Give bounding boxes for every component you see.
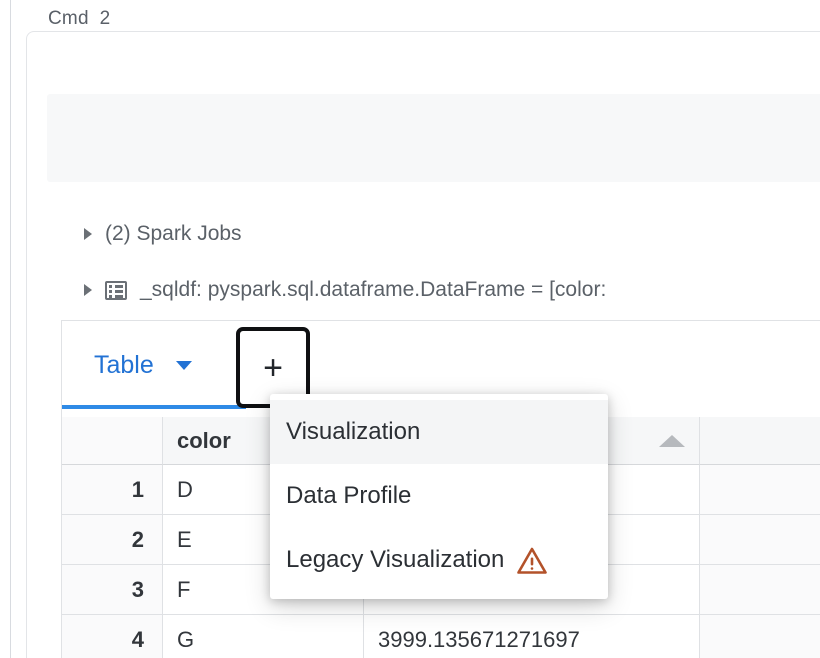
table-cell-index: 4 — [62, 615, 163, 658]
table-header-index — [62, 417, 163, 465]
menu-item-label: Visualization — [286, 418, 420, 446]
spark-jobs-label: (2) Spark Jobs — [105, 222, 242, 246]
tab-table-label: Table — [94, 351, 154, 380]
menu-item-visualization[interactable]: Visualization — [270, 400, 608, 464]
chevron-right-icon — [84, 284, 92, 296]
table-cell-index: 2 — [62, 515, 163, 565]
code-line-1: 1%sql — [47, 180, 820, 182]
tab-active-underline — [62, 405, 246, 409]
cell-command-label: Cmd 2 — [48, 8, 110, 30]
table-header-blank — [700, 417, 820, 465]
spark-jobs-disclosure[interactable]: (2) Spark Jobs — [84, 222, 242, 246]
dataframe-disclosure[interactable]: _sqldf: pyspark.sql.dataframe.DataFrame … — [84, 278, 606, 302]
dataframe-label: _sqldf: pyspark.sql.dataframe.DataFrame … — [140, 278, 606, 302]
table-cell-blank — [700, 465, 820, 515]
table-list-icon — [105, 281, 127, 300]
table-cell-blank — [700, 515, 820, 565]
menu-item-label: Legacy Visualization — [286, 546, 504, 574]
table-row[interactable]: 4 G 3999.135671271697 — [62, 615, 820, 658]
chevron-down-icon[interactable] — [176, 361, 192, 370]
table-cell-index: 3 — [62, 565, 163, 615]
menu-item-data-profile[interactable]: Data Profile — [270, 464, 608, 528]
chevron-right-icon — [84, 228, 92, 240]
add-visualization-menu: Visualization Data Profile Legacy Visual… — [270, 394, 608, 599]
tab-table[interactable]: Table — [94, 351, 192, 380]
code-editor[interactable]: 1%sql 2SELECT color, avg(price) AS price… — [47, 94, 820, 182]
table-cell-price: 3999.135671271697 — [364, 615, 700, 658]
warning-triangle-icon — [517, 547, 547, 574]
notebook-screen: Cmd 2 1%sql 2SELECT color, avg(price) AS… — [0, 0, 820, 658]
sort-ascending-icon[interactable] — [659, 435, 685, 447]
table-cell-index: 1 — [62, 465, 163, 515]
table-cell-color: G — [163, 615, 364, 658]
table-cell-blank — [700, 615, 820, 658]
notebook-gutter-rule — [10, 0, 11, 658]
menu-item-label: Data Profile — [286, 482, 411, 510]
menu-item-legacy-visualization[interactable]: Legacy Visualization — [270, 528, 608, 592]
table-cell-blank — [700, 565, 820, 615]
